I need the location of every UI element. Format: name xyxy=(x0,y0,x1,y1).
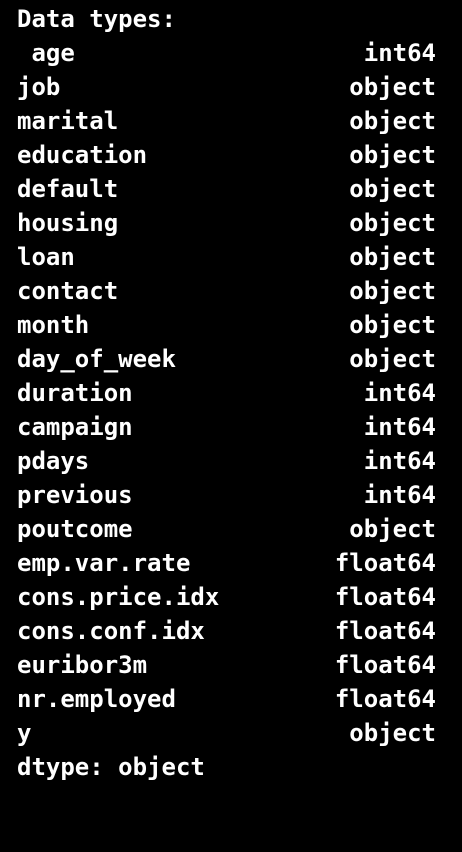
column-dtype: int64 xyxy=(363,413,436,441)
column-name: y xyxy=(17,719,32,747)
terminal-output: Data types: age int64 job object marital obje… xyxy=(0,0,462,798)
output-header: Data types: xyxy=(17,5,176,33)
column-name: contact xyxy=(17,277,119,305)
column-name: age xyxy=(17,39,75,67)
dtype-row: nr.employed float64 xyxy=(0,682,462,716)
dtype-row: job object xyxy=(0,70,462,104)
column-name: nr.employed xyxy=(17,685,176,713)
column-dtype: object xyxy=(349,175,436,203)
column-dtype: float64 xyxy=(334,583,436,611)
dtype-row: pdays int64 xyxy=(0,444,462,478)
column-dtype: object xyxy=(349,243,436,271)
column-dtype: object xyxy=(349,345,436,373)
dtype-row: emp.var.rate float64 xyxy=(0,546,462,580)
column-dtype: float64 xyxy=(334,651,436,679)
column-name: job xyxy=(17,73,61,101)
dtype-row: education object xyxy=(0,138,462,172)
dtype-row: cons.price.idx float64 xyxy=(0,580,462,614)
column-name: education xyxy=(17,141,148,169)
column-name: housing xyxy=(17,209,119,237)
dtype-row: day_of_week object xyxy=(0,342,462,376)
dtype-row: euribor3m float64 xyxy=(0,648,462,682)
dtype-row: campaign int64 xyxy=(0,410,462,444)
output-footer-line: dtype: object xyxy=(0,750,462,784)
dtype-row: marital object xyxy=(0,104,462,138)
column-dtype: float64 xyxy=(334,549,436,577)
dtype-row: duration int64 xyxy=(0,376,462,410)
column-name: marital xyxy=(17,107,119,135)
column-name: euribor3m xyxy=(17,651,148,679)
dtype-row: cons.conf.idx float64 xyxy=(0,614,462,648)
column-name: day_of_week xyxy=(17,345,176,373)
column-name: previous xyxy=(17,481,133,509)
column-name: campaign xyxy=(17,413,133,441)
column-dtype: object xyxy=(349,719,436,747)
output-footer: dtype: object xyxy=(17,753,205,781)
column-name: default xyxy=(17,175,119,203)
column-dtype: object xyxy=(349,311,436,339)
column-dtype: object xyxy=(349,141,436,169)
column-name: loan xyxy=(17,243,75,271)
dtype-row: housing object xyxy=(0,206,462,240)
column-name: poutcome xyxy=(17,515,133,543)
dtype-row: previous int64 xyxy=(0,478,462,512)
column-dtype: object xyxy=(349,209,436,237)
column-dtype: int64 xyxy=(363,447,436,475)
column-dtype: object xyxy=(349,73,436,101)
column-dtype: object xyxy=(349,515,436,543)
dtype-row: month object xyxy=(0,308,462,342)
column-name: cons.conf.idx xyxy=(17,617,205,645)
column-dtype: object xyxy=(349,107,436,135)
output-header-line: Data types: xyxy=(0,2,462,36)
column-dtype: float64 xyxy=(334,617,436,645)
column-dtype: int64 xyxy=(363,379,436,407)
column-name: emp.var.rate xyxy=(17,549,191,577)
dtype-row: loan object xyxy=(0,240,462,274)
column-name: pdays xyxy=(17,447,90,475)
column-dtype: float64 xyxy=(334,685,436,713)
dtype-row: default object xyxy=(0,172,462,206)
dtype-row: contact object xyxy=(0,274,462,308)
column-dtype: int64 xyxy=(363,481,436,509)
dtype-row: age int64 xyxy=(0,36,462,70)
column-name: cons.price.idx xyxy=(17,583,220,611)
dtype-row: y object xyxy=(0,716,462,750)
column-dtype: int64 xyxy=(363,39,436,67)
column-name: month xyxy=(17,311,90,339)
column-name: duration xyxy=(17,379,133,407)
column-dtype: object xyxy=(349,277,436,305)
dtype-row: poutcome object xyxy=(0,512,462,546)
